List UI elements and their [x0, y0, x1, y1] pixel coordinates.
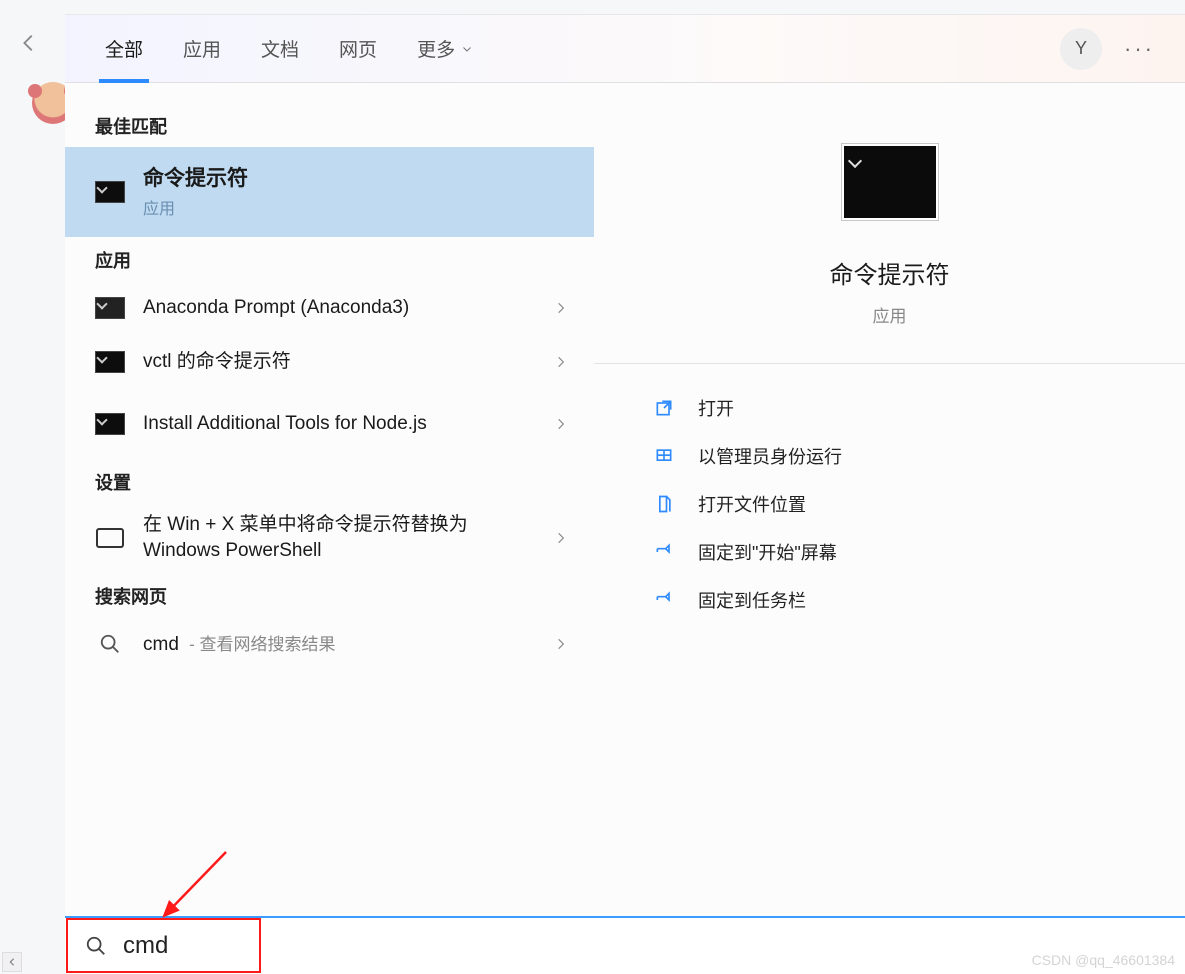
- tab-all[interactable]: 全部: [95, 15, 153, 82]
- search-icon: [95, 631, 125, 657]
- settings-header: 设置: [65, 459, 594, 503]
- folder-icon: [652, 492, 676, 516]
- web-header: 搜索网页: [65, 573, 594, 617]
- action-list: 打开 以管理员身份运行 打开文件位置: [594, 364, 1185, 624]
- action-label: 打开: [698, 395, 734, 421]
- web-term: cmd: [143, 634, 179, 655]
- settings-title: 在 Win + X 菜单中将命令提示符替换为 Windows PowerShel…: [143, 512, 503, 563]
- action-open[interactable]: 打开: [652, 384, 1185, 432]
- web-desc: - 查看网络搜索结果: [189, 635, 335, 654]
- app-title: vctl 的命令提示符: [143, 349, 548, 375]
- app-result-vctl[interactable]: vctl 的命令提示符: [65, 335, 594, 389]
- settings-display-icon: [95, 525, 125, 551]
- best-match-header: 最佳匹配: [65, 103, 594, 147]
- tab-apps[interactable]: 应用: [173, 15, 231, 82]
- action-run-admin[interactable]: 以管理员身份运行: [652, 432, 1185, 480]
- tab-web[interactable]: 网页: [329, 15, 387, 82]
- search-body: 最佳匹配 命令提示符 应用 应用 Anaconda Prompt (Anacon…: [65, 83, 1185, 916]
- apps-header: 应用: [65, 237, 594, 281]
- app-title: Anaconda Prompt (Anaconda3): [143, 295, 548, 321]
- terminal-icon: [95, 295, 125, 321]
- action-pin-taskbar[interactable]: 固定到任务栏: [652, 576, 1185, 624]
- preview-column: 命令提示符 应用 打开 以管理员身份运行: [594, 83, 1185, 916]
- search-tabs: 全部 应用 文档 网页 更多 Y ···: [65, 15, 1185, 83]
- action-label: 以管理员身份运行: [698, 443, 842, 469]
- tab-more[interactable]: 更多: [407, 15, 483, 82]
- cmd-icon: [95, 179, 125, 205]
- app-title: Install Additional Tools for Node.js: [143, 411, 503, 437]
- open-icon: [652, 396, 676, 420]
- pin-icon: [652, 588, 676, 612]
- best-match-title: 命令提示符: [143, 165, 574, 193]
- best-match-sub: 应用: [143, 195, 574, 219]
- terminal-icon: [95, 349, 125, 375]
- shield-icon: [652, 444, 676, 468]
- chevron-right-icon[interactable]: [548, 355, 574, 369]
- scroll-left-icon[interactable]: [2, 952, 22, 972]
- search-icon: [85, 935, 107, 957]
- best-match-result[interactable]: 命令提示符 应用: [65, 147, 594, 237]
- action-label: 固定到任务栏: [698, 587, 806, 613]
- chevron-down-icon: [461, 43, 473, 55]
- preview-title: 命令提示符: [830, 255, 950, 290]
- results-column: 最佳匹配 命令提示符 应用 应用 Anaconda Prompt (Anacon…: [65, 83, 594, 916]
- app-result-nodejs-tools[interactable]: Install Additional Tools for Node.js: [65, 389, 594, 459]
- terminal-icon: [95, 411, 125, 437]
- action-label: 打开文件位置: [698, 491, 806, 517]
- chevron-right-icon[interactable]: [548, 637, 574, 651]
- action-open-location[interactable]: 打开文件位置: [652, 480, 1185, 528]
- preview-app-icon: [841, 143, 939, 221]
- search-bar: [65, 916, 1185, 974]
- app-result-anaconda[interactable]: Anaconda Prompt (Anaconda3): [65, 281, 594, 335]
- windows-search-panel: 全部 应用 文档 网页 更多 Y ··· 最佳匹配 命令提示符 应用 应用: [65, 14, 1185, 974]
- search-input[interactable]: [121, 931, 521, 961]
- back-arrow-icon[interactable]: [18, 32, 40, 54]
- chevron-right-icon[interactable]: [548, 417, 574, 431]
- web-result-cmd[interactable]: cmd - 查看网络搜索结果: [65, 617, 594, 671]
- preview-sub: 应用: [873, 302, 907, 327]
- chevron-right-icon[interactable]: [548, 301, 574, 315]
- user-avatar[interactable]: Y: [1060, 28, 1102, 70]
- chevron-right-icon[interactable]: [548, 531, 574, 545]
- settings-result-winx[interactable]: 在 Win + X 菜单中将命令提示符替换为 Windows PowerShel…: [65, 503, 594, 573]
- watermark-text: CSDN @qq_46601384: [1032, 952, 1175, 968]
- action-pin-start[interactable]: 固定到"开始"屏幕: [652, 528, 1185, 576]
- pin-icon: [652, 540, 676, 564]
- tab-more-label: 更多: [417, 35, 455, 62]
- more-options-icon[interactable]: ···: [1118, 36, 1161, 62]
- action-label: 固定到"开始"屏幕: [698, 539, 837, 565]
- tab-docs[interactable]: 文档: [251, 15, 309, 82]
